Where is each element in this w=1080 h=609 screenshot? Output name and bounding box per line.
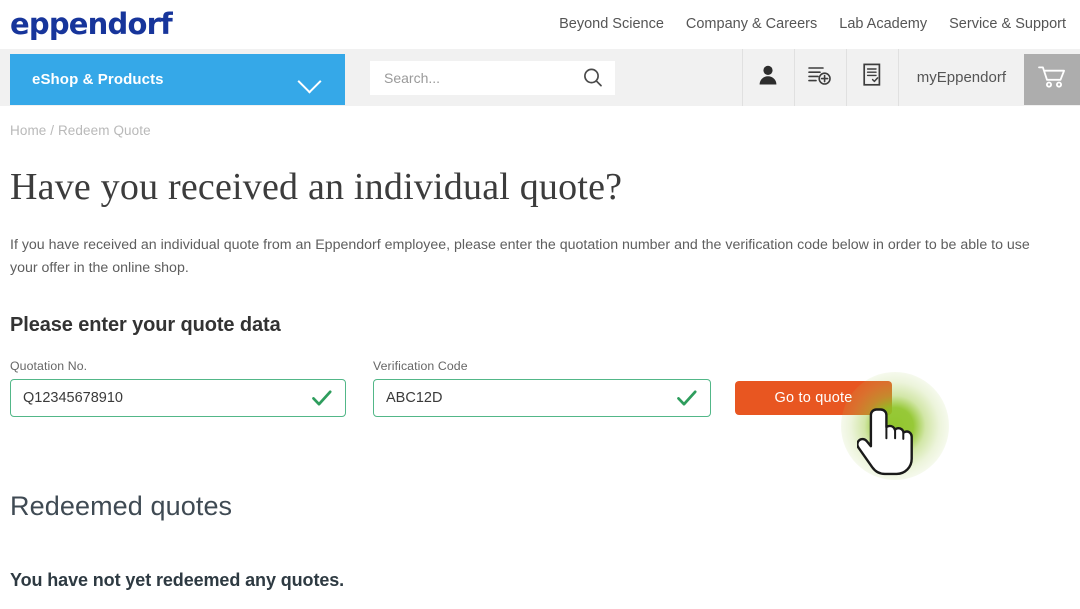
eshop-products-label: eShop & Products (32, 71, 164, 88)
quote-form: Quotation No. Verification Code (10, 359, 1070, 417)
top-utility-bar: eppendorf Beyond Science Company & Caree… (0, 0, 1080, 48)
cart-button[interactable] (1024, 54, 1080, 105)
breadcrumb[interactable]: Home / Redeem Quote (10, 123, 1070, 138)
account-button[interactable] (741, 49, 794, 106)
eppendorf-logo[interactable]: eppendorf (10, 9, 173, 39)
top-nav-link-lab-academy[interactable]: Lab Academy (839, 16, 927, 32)
verification-code-label: Verification Code (373, 359, 468, 373)
search-icon[interactable] (581, 66, 605, 90)
check-icon (676, 388, 700, 408)
check-icon (311, 388, 335, 408)
quotation-number-input[interactable] (23, 390, 311, 406)
search-box[interactable] (370, 60, 615, 95)
search-area (370, 49, 615, 106)
redeemed-quotes-empty-message: You have not yet redeemed any quotes. (10, 570, 345, 590)
quick-order-list-button[interactable] (793, 49, 846, 106)
intro-paragraph: If you have received an individual quote… (10, 237, 1030, 276)
quotation-number-label: Quotation No. (10, 359, 88, 373)
redeemed-quotes-title: Redeemed quotes (10, 491, 233, 521)
quick-order-list-add-icon (807, 63, 833, 92)
verification-code-input[interactable] (386, 390, 676, 406)
main-content: Home / Redeem Quote Have you received an… (0, 123, 1080, 591)
top-nav-link-company-careers[interactable]: Company & Careers (686, 16, 817, 32)
quotation-number-input-shell[interactable] (10, 379, 346, 417)
document-check-icon (861, 62, 883, 93)
go-to-quote-button[interactable]: Go to quote (735, 381, 892, 415)
shopping-cart-icon (1036, 63, 1068, 96)
verification-code-field-group: Verification Code (373, 359, 711, 417)
page-title: Have you received an individual quote? (10, 166, 623, 208)
search-input[interactable] (384, 69, 559, 86)
eshop-products-menu[interactable]: eShop & Products (10, 54, 345, 105)
quotation-number-field-group: Quotation No. (10, 359, 346, 417)
header-icon-group: myEppendorf (741, 49, 1080, 106)
my-eppendorf-button[interactable]: myEppendorf (897, 49, 1024, 106)
saved-documents-button[interactable] (845, 49, 898, 106)
account-icon (757, 63, 779, 92)
top-nav-link-service-support[interactable]: Service & Support (949, 16, 1066, 32)
top-navigation: Beyond Science Company & Careers Lab Aca… (559, 16, 1068, 32)
verification-code-input-shell[interactable] (373, 379, 711, 417)
top-nav-link-beyond-science[interactable]: Beyond Science (559, 16, 664, 32)
header-bar: eShop & Products Search... myEppendorf (0, 48, 1080, 106)
chevron-down-icon (297, 73, 323, 87)
section-title-quote-data: Please enter your quote data (10, 314, 281, 336)
